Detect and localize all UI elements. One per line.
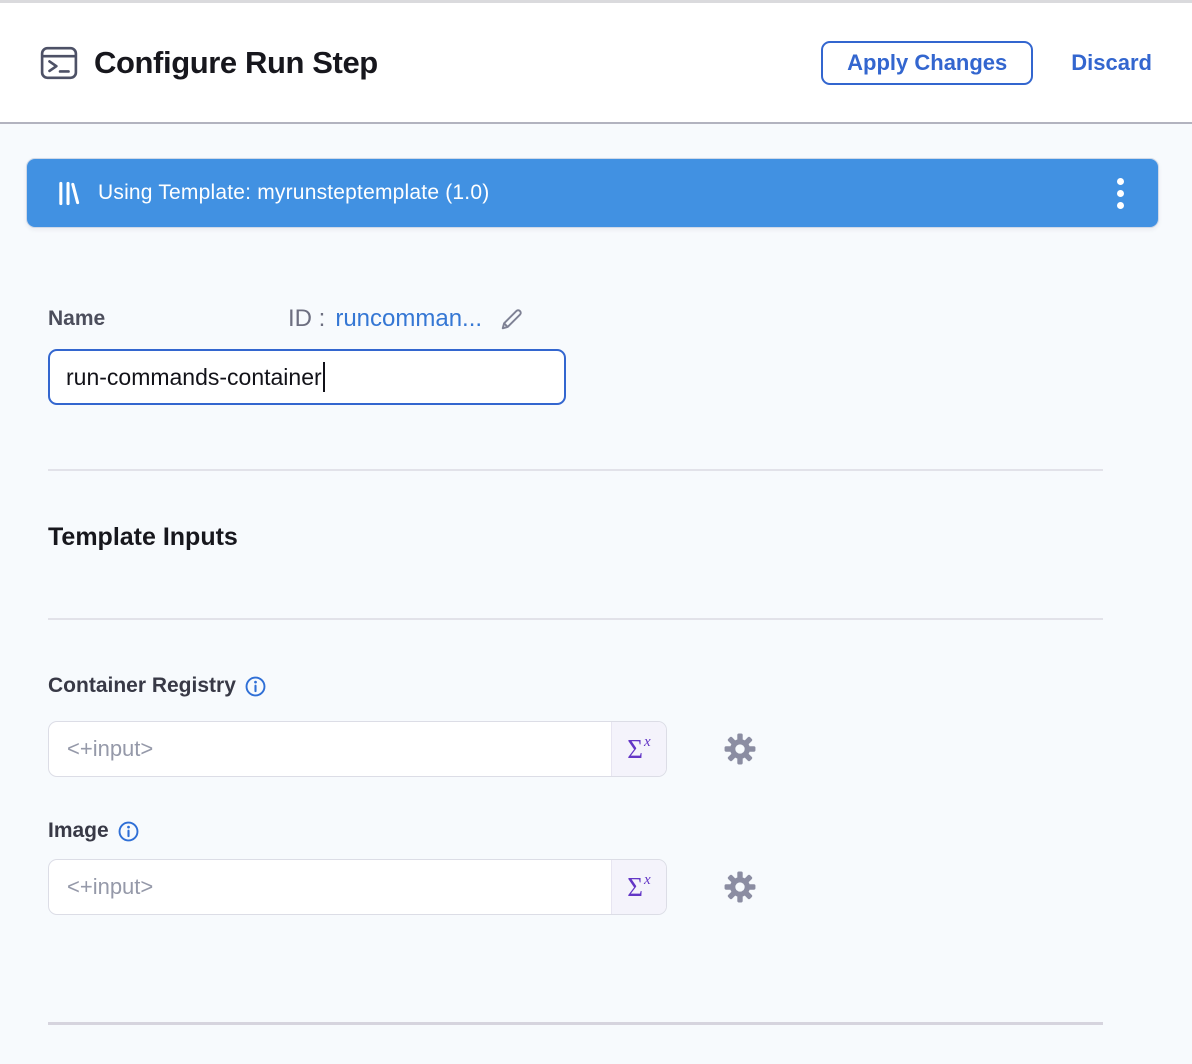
panel-header: Configure Run Step Apply Changes Discard: [0, 3, 1192, 124]
divider: [48, 469, 1103, 471]
sigma-superscript: x: [644, 873, 651, 888]
apply-changes-button[interactable]: Apply Changes: [821, 41, 1033, 85]
info-icon[interactable]: [245, 676, 266, 697]
expression-fx-button[interactable]: Σ x: [611, 722, 666, 776]
kebab-menu-icon[interactable]: [1113, 172, 1128, 215]
name-input[interactable]: run-commands-container: [48, 349, 566, 405]
sigma-glyph: Σ: [627, 736, 643, 763]
text-cursor: [323, 362, 325, 392]
divider: [48, 618, 1103, 620]
name-row: Name ID : runcomman...: [48, 305, 1103, 333]
template-banner-label: Using Template: myrunsteptemplate (1.0): [98, 181, 489, 205]
name-label: Name: [48, 307, 288, 331]
header-actions: Apply Changes Discard: [821, 41, 1152, 85]
sigma-superscript: x: [644, 735, 651, 750]
divider: [48, 1022, 1103, 1025]
field-label-text: Image: [48, 819, 109, 843]
container-registry-input-wrap: Σ x: [48, 721, 667, 777]
gear-icon[interactable]: [723, 732, 757, 766]
step-config-form: Name ID : runcomman... run-commands-cont…: [48, 305, 1103, 1025]
library-icon: [57, 180, 80, 207]
expression-fx-button[interactable]: Σ x: [611, 860, 666, 914]
image-input-wrap: Σ x: [48, 859, 667, 915]
template-inputs-heading: Template Inputs: [48, 523, 1103, 552]
step-id-group: ID : runcomman...: [288, 305, 525, 333]
field-label-text: Container Registry: [48, 674, 236, 698]
image-row: Σ x: [48, 859, 1103, 915]
image-label: Image: [48, 819, 1103, 843]
container-registry-row: Σ x: [48, 721, 1103, 777]
gear-icon[interactable]: [723, 870, 757, 904]
sigma-glyph: Σ: [627, 874, 643, 901]
discard-button[interactable]: Discard: [1071, 50, 1152, 76]
terminal-icon: [40, 46, 78, 80]
image-input[interactable]: [49, 860, 611, 914]
id-prefix-label: ID :: [288, 305, 325, 333]
step-id-link[interactable]: runcomman...: [335, 305, 482, 333]
template-banner: Using Template: myrunsteptemplate (1.0): [26, 158, 1159, 228]
page-title: Configure Run Step: [94, 45, 378, 81]
name-input-value: run-commands-container: [66, 364, 322, 391]
pencil-icon[interactable]: [498, 306, 525, 333]
container-registry-input[interactable]: [49, 722, 611, 776]
container-registry-label: Container Registry: [48, 674, 1103, 698]
info-icon[interactable]: [118, 821, 139, 842]
